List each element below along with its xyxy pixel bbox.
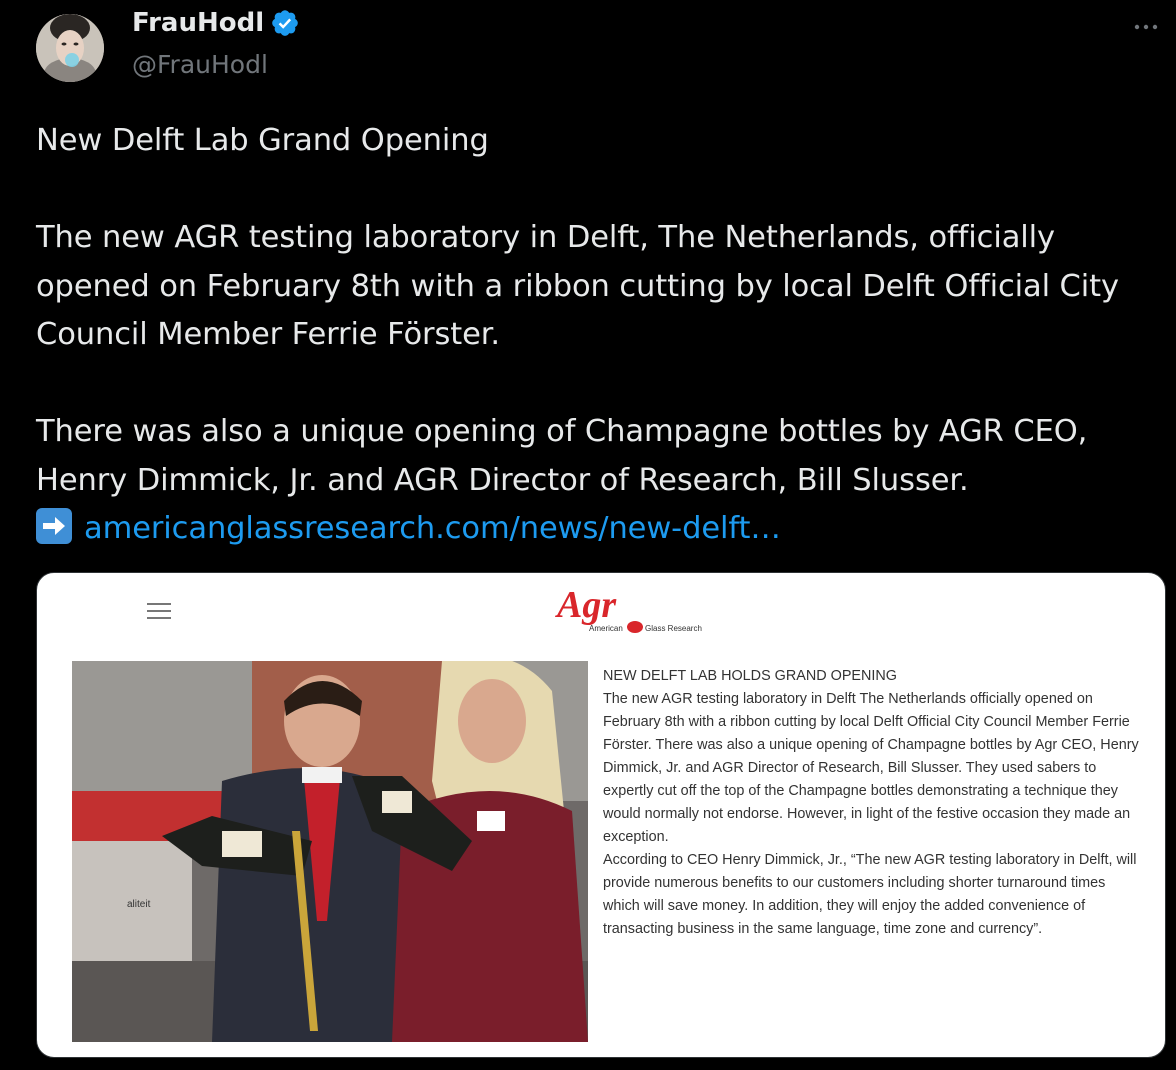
article-excerpt: NEW DELFT LAB HOLDS GRAND OPENING The ne… (603, 665, 1143, 941)
tweet-paragraph-2: The new AGR testing laboratory in Delft,… (36, 220, 1119, 352)
tweet-paragraph-3: There was also a unique opening of Champ… (36, 414, 1088, 498)
svg-text:Agr: Agr (555, 584, 617, 626)
svg-text:Glass Research: Glass Research (645, 624, 702, 633)
hamburger-menu-icon (147, 603, 171, 619)
agr-logo: Agr American Glass Research (555, 584, 702, 633)
avatar-portrait-icon (36, 14, 104, 82)
link-preview-card[interactable]: Agr American Glass Research aliteit NEW … (36, 572, 1166, 1058)
tweet-text: New Delft Lab Grand Opening The new AGR … (36, 117, 1156, 554)
svg-text:American: American (589, 624, 623, 633)
article-paragraph-2: According to CEO Henry Dimmick, Jr., “Th… (603, 852, 1137, 937)
right-arrow-emoji-icon (36, 508, 72, 544)
tweet-link[interactable]: americanglassresearch.com/news/new-delft… (84, 511, 781, 546)
tweet-line1: New Delft Lab Grand Opening (36, 123, 489, 158)
svg-text:aliteit: aliteit (127, 899, 151, 910)
article-title: NEW DELFT LAB HOLDS GRAND OPENING (603, 668, 897, 684)
verified-badge-icon[interactable] (270, 8, 300, 38)
avatar[interactable] (36, 14, 104, 82)
article-paragraph-1: The new AGR testing laboratory in Delft … (603, 691, 1139, 845)
article-photo: aliteit (72, 661, 588, 1042)
author-name-row: FrauHodl (132, 8, 300, 38)
author-name[interactable]: FrauHodl (132, 8, 264, 38)
author-handle[interactable]: @FrauHodl (132, 50, 268, 79)
more-horizontal-icon[interactable] (1128, 12, 1164, 42)
tweet-link-row: americanglassresearch.com/news/new-delft… (36, 505, 1156, 554)
